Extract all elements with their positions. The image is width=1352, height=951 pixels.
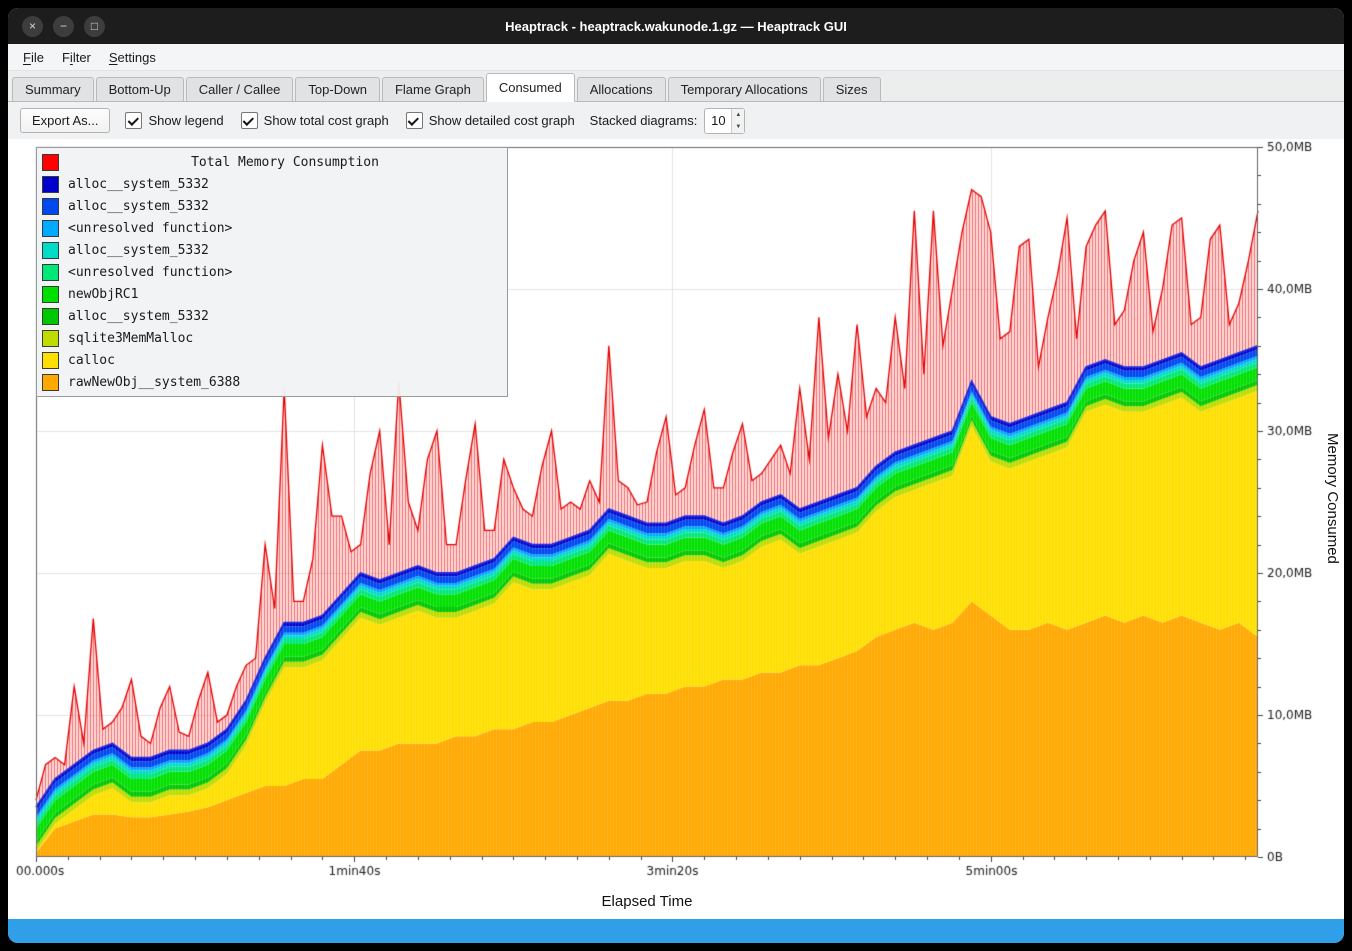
spin-up-button[interactable]: ▲ <box>732 109 744 121</box>
menubar: FileFilterSettings <box>8 44 1344 71</box>
heaptrack-window: × − □ Heaptrack - heaptrack.wakunode.1.g… <box>8 8 1344 943</box>
legend-label: calloc <box>68 353 115 368</box>
checkbox-label: Show total cost graph <box>264 113 389 128</box>
legend-item: alloc__system_5332 <box>37 305 507 327</box>
stacked-diagrams-label: Stacked diagrams: <box>590 113 698 128</box>
legend-swatch-icon <box>42 220 59 237</box>
checkmark-icon <box>128 114 139 125</box>
legend-label: newObjRC1 <box>68 287 138 302</box>
legend-label: sqlite3MemMalloc <box>68 331 193 346</box>
legend-swatch-icon <box>42 352 59 369</box>
legend-item: newObjRC1 <box>37 283 507 305</box>
legend-item: <unresolved function> <box>37 217 507 239</box>
legend-item: alloc__system_5332 <box>37 239 507 261</box>
checkbox-group: Show legend Show total cost graph Show det… <box>125 112 574 129</box>
chart-area: Total Memory Consumption alloc__system_53… <box>8 139 1344 919</box>
close-button[interactable]: × <box>22 16 43 37</box>
menu-item-settings[interactable]: Settings <box>100 47 165 68</box>
legend-label: Total Memory Consumption <box>68 155 502 170</box>
checkmark-icon <box>408 114 419 125</box>
checkbox-show-detailed-cost-graph[interactable]: Show detailed cost graph <box>406 112 575 129</box>
tab-bottom-up[interactable]: Bottom-Up <box>96 77 184 101</box>
tab-sizes[interactable]: Sizes <box>823 77 881 101</box>
legend-label: rawNewObj__system_6388 <box>68 375 240 390</box>
tab-summary[interactable]: Summary <box>12 77 94 101</box>
legend-item: <unresolved function> <box>37 261 507 283</box>
legend-swatch-icon <box>42 374 59 391</box>
tab-temporary-allocations[interactable]: Temporary Allocations <box>668 77 821 101</box>
window-title: Heaptrack - heaptrack.wakunode.1.gz — He… <box>8 19 1344 34</box>
titlebar: × − □ Heaptrack - heaptrack.wakunode.1.g… <box>8 8 1344 44</box>
window-controls: × − □ <box>22 16 105 37</box>
timeline-scrollbar[interactable] <box>8 919 1344 943</box>
legend-item: alloc__system_5332 <box>37 195 507 217</box>
checkmark-icon <box>243 114 254 125</box>
minimize-icon: − <box>60 20 67 32</box>
legend-swatch-icon <box>42 242 59 259</box>
x-axis-title: Elapsed Time <box>36 893 1258 910</box>
legend-item: rawNewObj__system_6388 <box>37 371 507 393</box>
y-axis-title: Memory Consumed <box>1324 139 1341 857</box>
checkbox-show-legend[interactable]: Show legend <box>125 112 223 129</box>
tab-consumed[interactable]: Consumed <box>486 73 575 102</box>
checkbox-label: Show detailed cost graph <box>429 113 575 128</box>
legend-label: <unresolved function> <box>68 265 232 280</box>
tab-caller-callee[interactable]: Caller / Callee <box>186 77 294 101</box>
spin-buttons: ▲ ▼ <box>731 109 744 133</box>
legend-swatch-icon <box>42 154 59 171</box>
legend-swatch-icon <box>42 286 59 303</box>
legend-item: alloc__system_5332 <box>37 173 507 195</box>
maximize-button[interactable]: □ <box>84 16 105 37</box>
legend-swatch-icon <box>42 264 59 281</box>
stacked-diagrams-value[interactable]: 10 <box>705 109 731 133</box>
toolbar: Export As... Show legend Show total cost … <box>8 102 1344 139</box>
legend-swatch-icon <box>42 308 59 325</box>
legend-label: <unresolved function> <box>68 221 232 236</box>
legend-swatch-icon <box>42 176 59 193</box>
minimize-button[interactable]: − <box>53 16 74 37</box>
legend-label: alloc__system_5332 <box>68 243 209 258</box>
maximize-icon: □ <box>91 20 98 32</box>
legend-item: sqlite3MemMalloc <box>37 327 507 349</box>
checkbox-box[interactable] <box>241 112 258 129</box>
spin-down-button[interactable]: ▼ <box>732 121 744 133</box>
tab-flame-graph[interactable]: Flame Graph <box>382 77 484 101</box>
legend-label: alloc__system_5332 <box>68 309 209 324</box>
checkbox-label: Show legend <box>148 113 223 128</box>
tab-bar: SummaryBottom-UpCaller / CalleeTop-DownF… <box>8 71 1344 102</box>
tab-allocations[interactable]: Allocations <box>577 77 666 101</box>
legend-title-row: Total Memory Consumption <box>37 151 507 173</box>
legend-label: alloc__system_5332 <box>68 199 209 214</box>
export-as-button[interactable]: Export As... <box>20 108 110 133</box>
legend-swatch-icon <box>42 198 59 215</box>
checkbox-box[interactable] <box>406 112 423 129</box>
legend-label: alloc__system_5332 <box>68 177 209 192</box>
legend-item: calloc <box>37 349 507 371</box>
checkbox-show-total-cost-graph[interactable]: Show total cost graph <box>241 112 389 129</box>
checkbox-box[interactable] <box>125 112 142 129</box>
tab-top-down[interactable]: Top-Down <box>295 77 380 101</box>
menu-item-filter[interactable]: Filter <box>53 47 100 68</box>
chart-legend: Total Memory Consumption alloc__system_53… <box>36 147 508 397</box>
stacked-diagrams-control: Stacked diagrams: 10 ▲ ▼ <box>590 108 746 134</box>
close-icon: × <box>29 20 36 32</box>
menu-item-file[interactable]: File <box>14 47 53 68</box>
legend-swatch-icon <box>42 330 59 347</box>
stacked-diagrams-spinbox[interactable]: 10 ▲ ▼ <box>704 108 745 134</box>
